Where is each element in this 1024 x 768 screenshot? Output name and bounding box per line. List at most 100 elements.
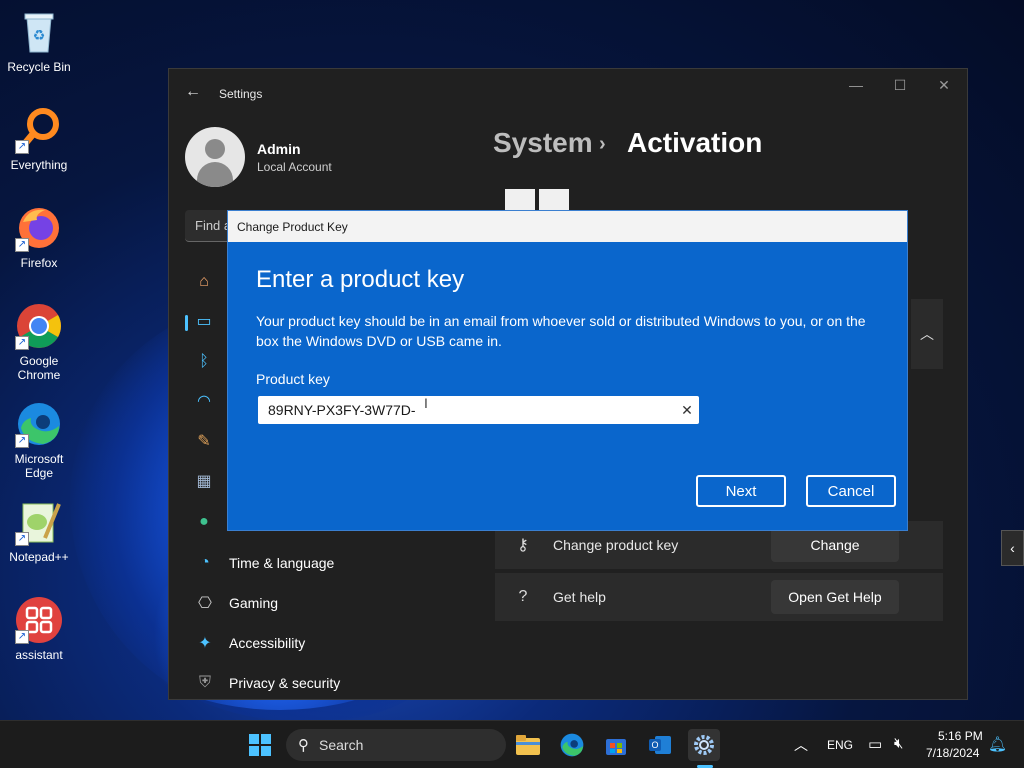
- chevron-up-icon[interactable]: ︿: [911, 299, 943, 369]
- taskbar: ⚲ Search O ︿ ENG ▭ 🔇︎ 5:16 PM 7/18/2024 …: [0, 720, 1024, 768]
- desktop-icon-notepadpp[interactable]: ↗ Notepad++: [0, 498, 78, 564]
- row-label: Change product key: [553, 537, 679, 553]
- next-button[interactable]: Next: [696, 475, 786, 507]
- chevron-up-tray-icon[interactable]: ︿: [794, 735, 808, 755]
- clock-date[interactable]: 7/18/2024: [926, 746, 979, 760]
- help-icon: ?: [518, 588, 528, 605]
- shield-icon: ⛨: [198, 674, 211, 691]
- notepadpp-icon: ↗: [15, 498, 63, 546]
- product-key-label: Product key: [256, 371, 330, 387]
- open-get-help-button[interactable]: Open Get Help: [771, 580, 899, 614]
- notification-bell-icon[interactable]: 🔔︎: [988, 735, 1007, 753]
- back-arrow-icon[interactable]: ←: [185, 83, 201, 101]
- outlook-icon[interactable]: O: [644, 729, 676, 761]
- desktop-icon-assistant[interactable]: ↗ assistant: [0, 596, 78, 662]
- desktop-icon-label: Firefox: [20, 256, 58, 270]
- change-button[interactable]: Change: [771, 528, 899, 562]
- desktop-icon-edge[interactable]: ↗ Microsoft Edge: [0, 400, 78, 480]
- clock-time[interactable]: 5:16 PM: [938, 729, 983, 743]
- edge-icon: ↗: [15, 400, 63, 448]
- text-cursor-icon: I: [424, 395, 428, 411]
- sidebar-item-label: Privacy & security: [229, 675, 341, 691]
- row-label: Get help: [553, 589, 606, 605]
- maximize-icon[interactable]: ☐: [885, 77, 915, 94]
- activation-image: [505, 189, 535, 211]
- desktop-icon-label: Google Chrome: [17, 354, 61, 382]
- clear-icon[interactable]: ✕: [678, 400, 696, 420]
- home-icon[interactable]: ⌂: [193, 271, 215, 293]
- sidebar-item-gaming[interactable]: ⎔ Gaming: [185, 585, 485, 621]
- desktop-icon-chrome[interactable]: ↗ Google Chrome: [0, 302, 78, 382]
- dialog-title: Change Product Key: [228, 211, 907, 242]
- network-icon[interactable]: ▭: [868, 735, 882, 753]
- product-key-input[interactable]: [258, 396, 699, 424]
- sidebar-item-accessibility[interactable]: ✦ Accessibility: [185, 625, 485, 661]
- change-product-key-dialog: Change Product Key Enter a product key Y…: [227, 210, 908, 531]
- nav-selection-indicator: [185, 315, 188, 331]
- shortcut-arrow-icon: ↗: [15, 238, 29, 252]
- user-name: Admin: [257, 141, 301, 157]
- search-label: Search: [319, 737, 364, 753]
- dialog-heading: Enter a product key: [256, 266, 465, 293]
- system-icon[interactable]: ▭: [193, 311, 215, 333]
- volume-muted-icon[interactable]: 🔇︎: [894, 735, 903, 752]
- accounts-icon[interactable]: ●: [193, 511, 215, 533]
- sidebar-item-label: Accessibility: [229, 635, 306, 651]
- sidebar-item-privacy-security[interactable]: ⛨ Privacy & security: [185, 665, 485, 701]
- recycle-bin-icon: ♻: [15, 8, 63, 56]
- apps-icon[interactable]: ▦: [193, 471, 215, 493]
- shortcut-arrow-icon: ↗: [15, 532, 29, 546]
- chevron-left-icon[interactable]: ‹: [1001, 530, 1024, 566]
- clock-globe-icon: ◔: [200, 554, 210, 571]
- settings-taskbar-icon[interactable]: [688, 729, 720, 761]
- everything-icon: ↗: [15, 106, 63, 154]
- breadcrumb-separator: ›: [599, 133, 606, 155]
- chrome-icon: ↗: [15, 302, 63, 350]
- user-account-type: Local Account: [257, 160, 332, 174]
- bluetooth-icon[interactable]: ᛒ: [193, 351, 215, 373]
- shortcut-arrow-icon: ↗: [15, 434, 29, 448]
- desktop-icon-recycle-bin[interactable]: ♻ Recycle Bin: [0, 8, 78, 74]
- accessibility-icon: ✦: [198, 635, 212, 652]
- personalization-icon[interactable]: ✎: [193, 431, 215, 453]
- assistant-icon: ↗: [15, 596, 63, 644]
- shortcut-arrow-icon: ↗: [15, 336, 29, 350]
- desktop-icon-label: Everything: [10, 158, 68, 172]
- key-icon: ⚷: [517, 537, 529, 554]
- cancel-button[interactable]: Cancel: [806, 475, 896, 507]
- store-icon[interactable]: [600, 729, 632, 761]
- search-icon: ⚲: [298, 737, 309, 754]
- window-title: Settings: [219, 87, 263, 101]
- desktop-icon-firefox[interactable]: ↗ Firefox: [0, 204, 78, 270]
- close-icon[interactable]: ✕: [929, 77, 959, 94]
- windows-logo-icon: [249, 734, 271, 756]
- sidebar-item-label: Gaming: [229, 595, 279, 611]
- get-help-row: ? Get help Open Get Help: [495, 573, 943, 621]
- gamepad-icon: ⎔: [198, 595, 212, 612]
- desktop-icon-everything[interactable]: ↗ Everything: [0, 106, 78, 172]
- dialog-description: Your product key should be in an email f…: [256, 313, 866, 349]
- shortcut-arrow-icon: ↗: [15, 140, 29, 154]
- taskbar-search[interactable]: ⚲ Search: [286, 729, 506, 761]
- breadcrumb-parent[interactable]: System: [493, 127, 593, 159]
- shortcut-arrow-icon: ↗: [15, 630, 29, 644]
- file-explorer-icon[interactable]: [512, 729, 544, 761]
- sidebar-item-label: Time & language: [229, 555, 335, 571]
- desktop-icon-label: Notepad++: [9, 550, 69, 564]
- desktop-icon-label: Microsoft Edge: [14, 452, 64, 480]
- avatar[interactable]: [185, 127, 245, 187]
- page-title: Activation: [627, 127, 763, 158]
- sidebar-item-time-language[interactable]: ◔ Time & language: [185, 545, 485, 581]
- edge-taskbar-icon[interactable]: [556, 729, 588, 761]
- start-button[interactable]: [244, 729, 276, 761]
- desktop-icon-label: Recycle Bin: [7, 60, 71, 74]
- desktop-icon-label: assistant: [15, 648, 63, 662]
- gear-icon: [694, 735, 714, 755]
- wifi-icon[interactable]: ◠: [193, 391, 215, 413]
- svg-text:♻: ♻: [33, 27, 46, 43]
- svg-text:O: O: [651, 740, 658, 750]
- language-indicator[interactable]: ENG: [827, 738, 853, 752]
- minimize-icon[interactable]: —: [841, 77, 871, 93]
- activation-image: [539, 189, 569, 211]
- firefox-icon: ↗: [15, 204, 63, 252]
